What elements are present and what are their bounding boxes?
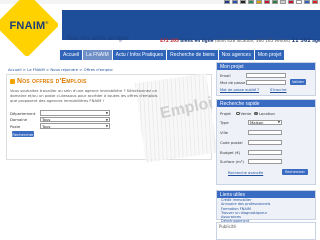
radio-vente[interactable] [236, 111, 240, 116]
flag-nl-icon[interactable] [264, 0, 270, 4]
surface-field[interactable] [248, 158, 282, 164]
stats-line: 472 205 biens en ligne (dont 426 locatio… [160, 38, 320, 44]
nav-la-fnaim[interactable]: La FNAIM [83, 50, 113, 60]
nav-mon-projet[interactable]: Mon projet [254, 50, 286, 60]
liens-utiles-title: Liens utiles [217, 191, 315, 198]
flag-gr-icon[interactable] [304, 0, 310, 4]
code-postal-label: Code postal [220, 140, 243, 145]
projet-radio-group: Vente Location [236, 111, 275, 116]
poste-label: Poste [10, 123, 21, 129]
mon-projet-title: Mon projet [217, 63, 315, 70]
flag-uk-icon[interactable] [224, 0, 230, 4]
stats-biens-label: biens en ligne [180, 38, 214, 43]
poste-select[interactable]: Tous ▼ [40, 123, 110, 129]
chevron-down-icon: ▼ [105, 117, 108, 122]
page-title-row: Nos offres d'Emplois [10, 78, 87, 85]
budget-field[interactable] [248, 149, 282, 155]
logo[interactable]: FNAIM® [0, 0, 58, 56]
chevron-down-icon: ▼ [105, 124, 108, 128]
flag-es-icon[interactable] [256, 0, 262, 4]
liens-utiles-list: Crédit immobilier Annuaire des profession… [221, 198, 311, 224]
job-search-button[interactable]: Rechercher [12, 131, 34, 137]
publicite-box: Publicité [216, 222, 316, 240]
breadcrumb[interactable]: Accueil > La FNAIM > Nous rejoindre > Of… [8, 67, 113, 72]
domaine-label: Domaine [10, 117, 28, 122]
nav-recherche-biens[interactable]: Recherche de biens [167, 50, 219, 60]
flag-cn-icon[interactable] [288, 0, 294, 4]
code-postal-field[interactable] [248, 139, 282, 145]
title-bullet-icon [10, 79, 15, 84]
flag-pl-icon[interactable] [312, 0, 318, 4]
email-label: Email [220, 73, 231, 78]
departement-select[interactable]: ▼ [40, 110, 110, 116]
publicite-title: Publicité [219, 224, 236, 229]
projet-label: Projet [220, 111, 231, 116]
surface-label: Surface (m²) [220, 159, 244, 164]
ville-label: Ville [220, 130, 229, 135]
flag-jp-icon[interactable] [296, 0, 302, 4]
flag-pt-icon[interactable] [272, 0, 278, 4]
flag-ru-icon[interactable] [280, 0, 286, 4]
budget-label: Budget (€) [220, 150, 241, 155]
password-label: Mot de passe [220, 80, 246, 85]
logo-text: FNAIM® [9, 20, 49, 32]
type-label: Type [220, 120, 229, 125]
nav-accueil[interactable]: Accueil [60, 50, 84, 60]
nav-actu-infos[interactable]: Actu / Infos Pratiques [112, 50, 168, 60]
intro-text: Vous souhaitez travailler au sein d'une … [10, 88, 158, 103]
stats-agences-label: agences [312, 38, 320, 43]
recherche-rapide-title: Recherche rapide [217, 100, 315, 107]
chevron-down-icon: ▼ [105, 111, 108, 115]
main-nav: Accueil La FNAIM Actu / Infos Pratiques … [60, 50, 286, 60]
language-flags [224, 0, 318, 7]
chevron-down-icon: ▼ [277, 120, 280, 125]
stats-detail: (dont 426 location, 360 165 ventes) [214, 38, 291, 43]
quick-search-button[interactable]: Rechercher [282, 169, 308, 175]
flag-fr-icon[interactable] [232, 0, 238, 4]
stats-count-biens: 472 205 [160, 38, 179, 43]
recherche-avancee-link[interactable]: Recherche avancée [228, 171, 263, 175]
domaine-select[interactable]: Tous ▼ [40, 116, 110, 123]
email-field[interactable] [246, 72, 286, 78]
job-search-form: Département ▼ Domaine Tous ▼ Poste Tous ▼ [10, 110, 112, 130]
flag-it-icon[interactable] [248, 0, 254, 4]
stats-count-agences: 11 562 [291, 38, 311, 44]
nav-nos-agences[interactable]: Nos agences [218, 50, 255, 60]
flag-de-icon[interactable] [240, 0, 246, 4]
tagline: Tous nos biens en ligne [66, 36, 129, 42]
type-select[interactable]: Maison ▼ [248, 119, 282, 125]
radio-location[interactable] [254, 111, 258, 116]
forgot-password-link[interactable]: Mot de passe oublié ? [220, 88, 259, 92]
radio-location-label: Location [258, 111, 275, 116]
register-link[interactable]: S'inscrire [270, 88, 286, 92]
page-title: Nos offres d'Emplois [17, 78, 87, 85]
radio-vente-label: Vente [240, 111, 252, 116]
validate-button[interactable]: Valider [290, 79, 306, 85]
departement-label: Département [10, 110, 36, 116]
password-field[interactable] [246, 79, 286, 85]
ville-field[interactable] [248, 129, 282, 135]
